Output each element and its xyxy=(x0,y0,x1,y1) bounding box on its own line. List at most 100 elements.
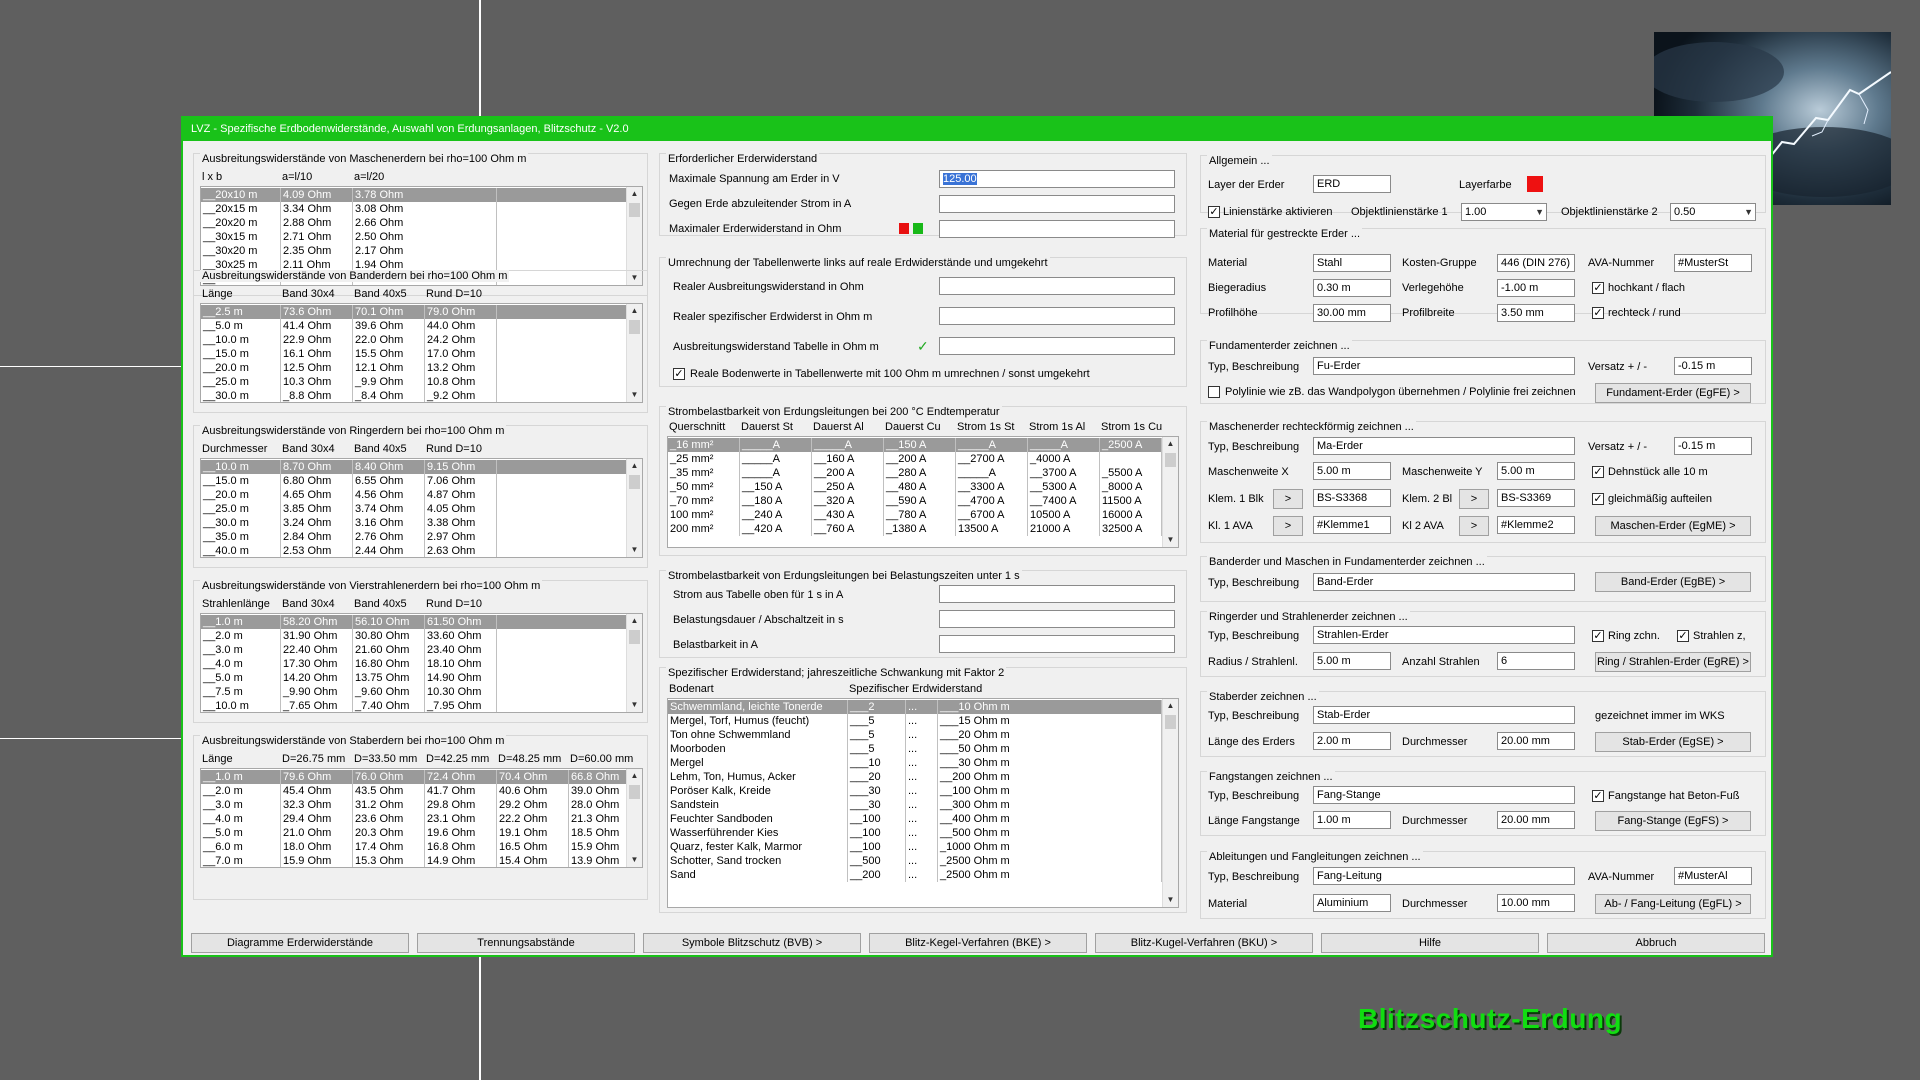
combo-obj1[interactable]: 1.00 ▼ xyxy=(1461,203,1547,221)
input-belastungsdauer[interactable] xyxy=(939,610,1175,628)
input-ableit-durchmesser[interactable]: 10.00 mm xyxy=(1497,894,1575,912)
listview-left-table-2[interactable]: __2.5 m 73.6 Ohm 70.1 Ohm 79.0 Ohm __5.0 m 41… xyxy=(200,303,643,403)
table-row[interactable]: __30.0 m _8.8 Ohm _8.4 Ohm _9.2 Ohm xyxy=(201,389,628,402)
listview-left-table-5[interactable]: __1.0 m 79.6 Ohm 76.0 Ohm 72.4 Ohm 70.4 Ohm 6… xyxy=(200,768,643,868)
bottom-button-1[interactable]: Diagramme Erderwiderstände xyxy=(191,933,409,953)
input-maschenweite-x[interactable]: 5.00 m xyxy=(1313,462,1391,480)
input-band-typ[interactable]: Band-Erder xyxy=(1313,573,1575,591)
input-belastbarkeit[interactable] xyxy=(939,635,1175,653)
table-row[interactable]: Feuchter Sandboden __100... __400 Ohm m xyxy=(668,812,1164,826)
table-row[interactable]: Moorboden ___5... ___50 Ohm m xyxy=(668,742,1164,756)
table-row[interactable]: __20x10 m 4.09 Ohm 3.78 Ohm xyxy=(201,188,628,202)
table-row[interactable]: Lehm, Ton, Humus, Acker ___20... __200 Ohm… xyxy=(668,770,1164,784)
input-klem2[interactable]: BS-S3369 xyxy=(1497,489,1575,507)
scroll-down-icon[interactable]: ▼ xyxy=(627,543,642,557)
table-row[interactable]: Schotter, Sand trocken __500... _2500 Ohm … xyxy=(668,854,1164,868)
checkbox-ring-zchn[interactable]: ✓ xyxy=(1592,630,1604,642)
input-kl2-ava[interactable]: #Klemme2 xyxy=(1497,516,1575,534)
table-row[interactable]: __5.0 m 14.20 Ohm 13.75 Ohm 14.90 Ohm xyxy=(201,671,628,685)
table-row[interactable]: __20.0 m 4.65 Ohm 4.56 Ohm 4.87 Ohm xyxy=(201,488,628,502)
layerfarbe-swatch[interactable] xyxy=(1527,176,1543,192)
scroll-up-icon[interactable]: ▲ xyxy=(1163,437,1178,451)
table-row[interactable]: __3.0 m 32.3 Ohm 31.2 Ohm 29.8 Ohm 29.2 Ohm 2… xyxy=(201,798,628,812)
input-layer-erder[interactable]: ERD xyxy=(1313,175,1391,193)
input-kl1-ava[interactable]: #Klemme1 xyxy=(1313,516,1391,534)
table-row[interactable]: 100 mm² __240 A __430 A __780 A __6700 A 1050… xyxy=(668,508,1164,522)
input-realer-spez[interactable] xyxy=(939,307,1175,325)
scroll-thumb[interactable] xyxy=(629,320,640,334)
scroll-down-icon[interactable]: ▼ xyxy=(1163,533,1178,547)
checkbox-hochkant[interactable]: ✓ xyxy=(1592,282,1604,294)
table-row[interactable]: __2.5 m 73.6 Ohm 70.1 Ohm 79.0 Ohm xyxy=(201,305,628,319)
bottom-button-4[interactable]: Blitz-Kegel-Verfahren (BKE) > xyxy=(869,933,1087,953)
scroll-thumb[interactable] xyxy=(1165,715,1176,729)
input-verlegehoehe[interactable]: -1.00 m xyxy=(1497,279,1575,297)
table-row[interactable]: _35 mm² _____A __200 A __280 A _____A __3700 … xyxy=(668,466,1164,480)
bottom-button-6[interactable]: Hilfe xyxy=(1321,933,1539,953)
table-row[interactable]: Quarz, fester Kalk, Marmor __100... _1000 … xyxy=(668,840,1164,854)
fundament-erder-button[interactable]: Fundament-Erder (EgFE) > xyxy=(1595,383,1751,403)
table-row[interactable]: __25.0 m 10.3 Ohm _9.9 Ohm 10.8 Ohm xyxy=(201,375,628,389)
input-fang-laenge[interactable]: 1.00 m xyxy=(1313,811,1391,829)
bottom-button-3[interactable]: Symbole Blitzschutz (BVB) > xyxy=(643,933,861,953)
table-row[interactable]: __6.0 m 18.0 Ohm 17.4 Ohm 16.8 Ohm 16.5 Ohm 1… xyxy=(201,840,628,854)
input-ableit-typ[interactable]: Fang-Leitung xyxy=(1313,867,1575,885)
input-ausbreitung-tabelle[interactable] xyxy=(939,337,1175,355)
maschen-erder-button[interactable]: Maschen-Erder (EgME) > xyxy=(1595,516,1751,536)
table-row[interactable]: __20.0 m 12.5 Ohm 12.1 Ohm 13.2 Ohm xyxy=(201,361,628,375)
scroll-up-icon[interactable]: ▲ xyxy=(627,459,642,473)
table-row[interactable]: __2.0 m 31.90 Ohm 30.80 Ohm 33.60 Ohm xyxy=(201,629,628,643)
input-anzahl-strahlen[interactable]: 6 xyxy=(1497,652,1575,670)
input-radius[interactable]: 5.00 m xyxy=(1313,652,1391,670)
scroll-up-icon[interactable]: ▲ xyxy=(1163,699,1178,713)
scroll-up-icon[interactable]: ▲ xyxy=(627,187,642,201)
table-row[interactable]: Mergel ___10... ___30 Ohm m xyxy=(668,756,1164,770)
listview-strom200[interactable]: _16 mm² _____A _____A __150 A _____A _____A _2… xyxy=(667,436,1179,548)
table-row[interactable]: __30.0 m 3.24 Ohm 3.16 Ohm 3.38 Ohm xyxy=(201,516,628,530)
vertical-scrollbar[interactable]: ▲ ▼ xyxy=(626,459,642,557)
checkbox-beton-fuss[interactable]: ✓ xyxy=(1592,790,1604,802)
bottom-button-2[interactable]: Trennungsabstände xyxy=(417,933,635,953)
vertical-scrollbar[interactable]: ▲ ▼ xyxy=(1162,437,1178,547)
table-row[interactable]: __20x20 m 2.88 Ohm 2.66 Ohm xyxy=(201,216,628,230)
stab-erder-button[interactable]: Stab-Erder (EgSE) > xyxy=(1595,732,1751,752)
scroll-down-icon[interactable]: ▼ xyxy=(627,698,642,712)
input-stab-typ[interactable]: Stab-Erder xyxy=(1313,706,1575,724)
table-row[interactable]: Mergel, Torf, Humus (feucht) ___5... ___15… xyxy=(668,714,1164,728)
checkbox-rechteck[interactable]: ✓ xyxy=(1592,307,1604,319)
input-ava[interactable]: #MusterSt xyxy=(1674,254,1752,272)
table-row[interactable]: __15.0 m 6.80 Ohm 6.55 Ohm 7.06 Ohm xyxy=(201,474,628,488)
scroll-thumb[interactable] xyxy=(629,475,640,489)
input-kosten[interactable]: 446 (DIN 276) xyxy=(1497,254,1575,272)
table-row[interactable]: __35.0 m 2.84 Ohm 2.76 Ohm 2.97 Ohm xyxy=(201,530,628,544)
input-ring-typ[interactable]: Strahlen-Erder xyxy=(1313,626,1575,644)
input-material[interactable]: Stahl xyxy=(1313,254,1391,272)
input-max-erderwiderstand[interactable] xyxy=(939,220,1175,238)
scroll-thumb[interactable] xyxy=(1165,453,1176,467)
scroll-down-icon[interactable]: ▼ xyxy=(627,853,642,867)
table-row[interactable]: _16 mm² _____A _____A __150 A _____A _____A _2… xyxy=(668,438,1164,452)
table-row[interactable]: _25 mm² _____A __160 A __200 A __2700 A _4000… xyxy=(668,452,1164,466)
scroll-thumb[interactable] xyxy=(629,203,640,217)
bottom-button-5[interactable]: Blitz-Kugel-Verfahren (BKU) > xyxy=(1095,933,1313,953)
input-strom-erde[interactable] xyxy=(939,195,1175,213)
table-row[interactable]: Schwemmland, leichte Tonerde ___2... ___10… xyxy=(668,700,1164,714)
scroll-thumb[interactable] xyxy=(629,630,640,644)
table-row[interactable]: __2.0 m 45.4 Ohm 43.5 Ohm 41.7 Ohm 40.6 Ohm 3… xyxy=(201,784,628,798)
fang-stange-button[interactable]: Fang-Stange (EgFS) > xyxy=(1595,811,1751,831)
input-klem1[interactable]: BS-S3368 xyxy=(1313,489,1391,507)
table-row[interactable]: Poröser Kalk, Kreide ___30... __100 Ohm m xyxy=(668,784,1164,798)
checkbox-polylinie[interactable] xyxy=(1208,386,1220,398)
input-stab-durchmesser[interactable]: 20.00 mm xyxy=(1497,732,1575,750)
band-erder-button[interactable]: Band-Erder (EgBE) > xyxy=(1595,572,1751,592)
table-row[interactable]: __1.0 m 58.20 Ohm 56.10 Ohm 61.50 Ohm xyxy=(201,615,628,629)
input-profilbreite[interactable]: 3.50 mm xyxy=(1497,304,1575,322)
vertical-scrollbar[interactable]: ▲ ▼ xyxy=(626,304,642,402)
table-row[interactable]: __10.0 m _7.65 Ohm _7.40 Ohm _7.95 Ohm xyxy=(201,699,628,712)
input-realer-ausbreitung[interactable] xyxy=(939,277,1175,295)
input-max-spannung[interactable]: 125.00 xyxy=(939,170,1175,188)
kl1-ava-select-button[interactable]: > xyxy=(1273,516,1303,536)
input-profilhoehe[interactable]: 30.00 mm xyxy=(1313,304,1391,322)
fang-leitung-button[interactable]: Ab- / Fang-Leitung (EgFL) > xyxy=(1595,894,1751,914)
table-row[interactable]: Sand __200... _2500 Ohm m xyxy=(668,868,1164,882)
